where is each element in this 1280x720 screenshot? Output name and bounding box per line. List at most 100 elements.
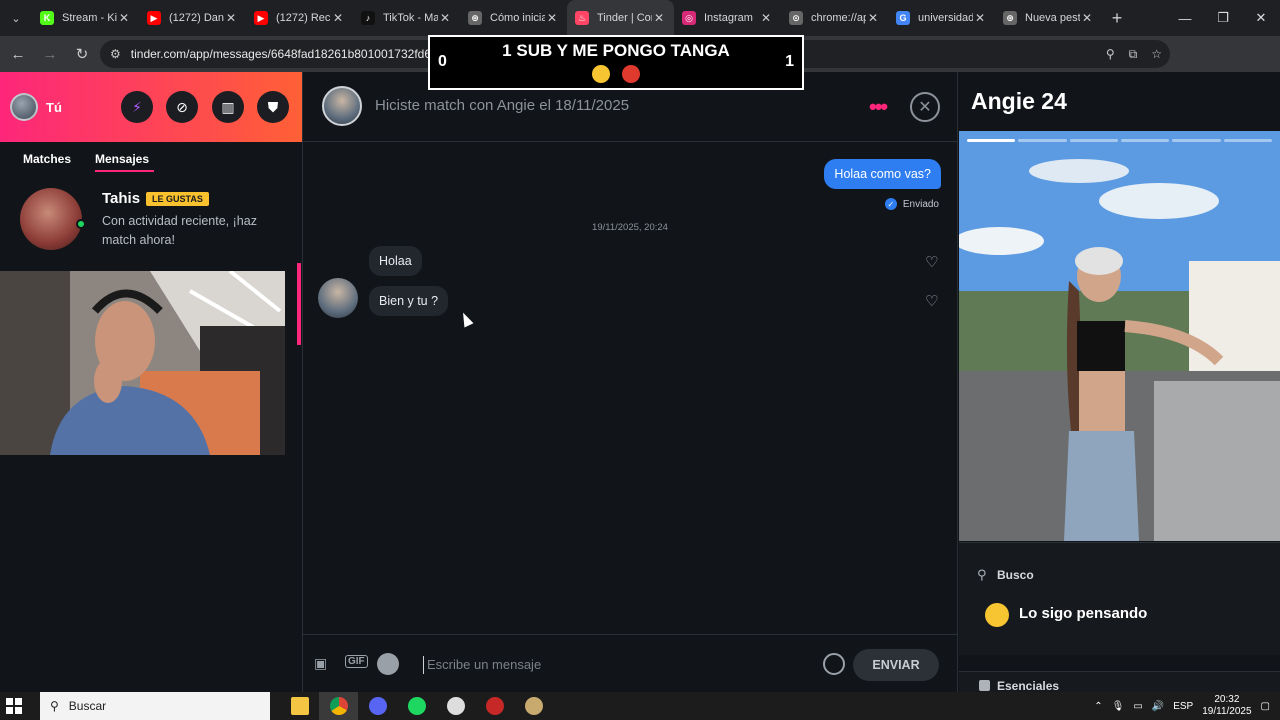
webcam-overlay — [0, 271, 285, 455]
site-info-icon[interactable]: ⚙ — [110, 47, 121, 61]
photo-progress-bar[interactable] — [1223, 139, 1272, 142]
volume-icon[interactable]: 🔊 — [1152, 701, 1164, 712]
profile-photo-image — [959, 131, 1280, 541]
received-message[interactable]: Holaa — [369, 246, 422, 276]
new-tab-button[interactable]: + — [1102, 8, 1132, 29]
minimize-button[interactable]: — — [1166, 0, 1204, 36]
chat-panel: Hiciste match con Angie el 18/11/2025 ••… — [302, 72, 958, 692]
sent-message[interactable]: Holaa como vas? — [824, 159, 941, 189]
likes-you-card[interactable]: Tahis LE GUSTAS Con actividad reciente, … — [0, 176, 302, 250]
install-app-icon[interactable]: ⧉ — [1129, 47, 1138, 62]
chrome-icon[interactable] — [319, 692, 358, 720]
tab-title: (1272) Recu — [276, 12, 331, 24]
profile-photo[interactable] — [959, 131, 1280, 541]
message-input[interactable]: Escribe un mensaje — [423, 656, 813, 674]
explore-icon[interactable]: ⊘ — [166, 91, 198, 123]
clock-date: 19/11/2025 — [1202, 706, 1252, 717]
close-tab-icon[interactable]: ✕ — [973, 11, 987, 25]
browser-tab[interactable]: ♪ TikTok - Ma ✕ — [353, 0, 460, 36]
overlay-title: 1 SUB Y ME PONGO TANGA — [502, 41, 730, 60]
sent-check-icon: ✓ — [884, 198, 897, 210]
gif-button[interactable]: GIF — [345, 655, 368, 668]
photo-progress-bar[interactable] — [1069, 139, 1118, 142]
back-button[interactable]: ← — [4, 40, 32, 68]
window-controls: — ❐ ✕ — [1166, 0, 1280, 36]
location-icon[interactable]: ⚲ — [1106, 47, 1115, 61]
close-tab-icon[interactable]: ✕ — [1080, 11, 1094, 25]
sender-avatar[interactable] — [318, 278, 358, 318]
my-profile-label[interactable]: Tú — [46, 100, 62, 115]
photo-progress-bar[interactable] — [1172, 139, 1221, 142]
app-icon[interactable] — [475, 692, 514, 720]
forward-button[interactable]: → — [36, 40, 64, 68]
briefcase-icon[interactable]: ▥ — [212, 91, 244, 123]
close-tab-icon[interactable]: ✕ — [759, 11, 773, 25]
more-options-icon[interactable]: ••• — [869, 94, 888, 120]
browser-tab[interactable]: Guniversidad ✕ — [888, 0, 995, 36]
close-window-button[interactable]: ✕ — [1242, 0, 1280, 36]
tab-favicon-icon: K — [40, 11, 54, 25]
browser-tab[interactable]: ◎ Instagram ✕ — [674, 0, 781, 36]
match-header-title: Hiciste match con Angie el 18/11/2025 — [375, 97, 630, 114]
close-tab-icon[interactable]: ✕ — [224, 11, 238, 25]
language-indicator[interactable]: ESP — [1173, 701, 1193, 712]
file-explorer-icon[interactable] — [280, 692, 319, 720]
network-icon[interactable]: ▭ — [1133, 701, 1142, 712]
taskbar-search[interactable]: ⚲ Buscar — [40, 692, 270, 720]
my-avatar[interactable] — [10, 93, 38, 121]
emoji-icon[interactable] — [823, 653, 845, 675]
close-icon[interactable]: ✕ — [910, 92, 940, 122]
close-tab-icon[interactable]: ✕ — [652, 11, 666, 25]
overlay-emojis — [430, 65, 802, 83]
like-message-heart-icon[interactable]: ♡ — [925, 294, 941, 310]
angry-emoji-icon — [622, 65, 641, 83]
like-description: Con actividad reciente, ¡haz match ahora… — [102, 214, 257, 247]
bookmark-star-icon[interactable]: ☆ — [1151, 47, 1162, 61]
close-tab-icon[interactable]: ✕ — [545, 11, 559, 25]
like-message-heart-icon[interactable]: ♡ — [925, 255, 941, 271]
boost-icon[interactable]: ⚡ — [121, 91, 153, 123]
tab-list: K Stream - Ki ✕ ▶ (1272) Dani ✕ ▶ (1272) Recu ✕ ♪… — [32, 0, 1102, 36]
photo-progress-bar[interactable] — [967, 139, 1016, 142]
discord-icon[interactable] — [358, 692, 397, 720]
tab-title: chrome://ap — [811, 12, 866, 24]
match-avatar[interactable] — [322, 86, 362, 126]
browser-tab[interactable]: ⊛ Cómo inicia ✕ — [460, 0, 567, 36]
close-tab-icon[interactable]: ✕ — [117, 11, 131, 25]
browser-tab[interactable]: ⊙ chrome://ap ✕ — [781, 0, 888, 36]
photo-progress-bar[interactable] — [1120, 139, 1170, 142]
tab-title: Tinder | Cor — [597, 12, 652, 24]
photo-progress-bar[interactable] — [1018, 139, 1067, 142]
shield-icon[interactable]: ⛊ — [257, 91, 289, 123]
contact-card-icon[interactable]: ▣ — [314, 655, 327, 672]
tab-search-button[interactable]: ⌄ — [0, 0, 32, 36]
send-button[interactable]: ENVIAR — [853, 649, 939, 681]
spotify-icon[interactable] — [377, 653, 399, 675]
browser-tab[interactable]: ▶ (1272) Dani ✕ — [139, 0, 246, 36]
close-tab-icon[interactable]: ✕ — [866, 11, 880, 25]
notifications-icon[interactable]: ▢ — [1261, 701, 1270, 712]
browser-tab[interactable]: ▶ (1272) Recu ✕ — [246, 0, 353, 36]
league-icon[interactable] — [514, 692, 553, 720]
windows-start-icon[interactable] — [6, 698, 22, 714]
reload-button[interactable]: ↻ — [68, 40, 96, 68]
tab-matches[interactable]: Matches — [23, 152, 71, 166]
browser-tab[interactable]: K Stream - Ki ✕ — [32, 0, 139, 36]
received-message[interactable]: Bien y tu ? — [369, 286, 449, 316]
microphone-icon[interactable]: 🎙 — [1112, 701, 1125, 712]
tab-messages[interactable]: Mensajes — [95, 152, 155, 172]
close-tab-icon[interactable]: ✕ — [438, 11, 452, 25]
online-indicator — [76, 219, 86, 229]
obs-icon[interactable] — [436, 692, 475, 720]
clock[interactable]: 20:32 19/11/2025 — [1202, 694, 1251, 718]
spotify-icon[interactable] — [397, 692, 436, 720]
close-tab-icon[interactable]: ✕ — [331, 11, 345, 25]
maximize-button[interactable]: ❐ — [1204, 0, 1242, 36]
likes-you-badge: LE GUSTAS — [146, 192, 209, 206]
browser-tab[interactable]: ⊛ Nueva pest ✕ — [995, 0, 1102, 36]
taskbar-apps — [280, 692, 553, 720]
like-avatar[interactable] — [20, 188, 82, 250]
tab-title: Stream - Ki — [62, 12, 117, 24]
browser-tab[interactable]: ♨ Tinder | Cor ✕ — [567, 0, 674, 36]
tray-chevron-icon[interactable]: ⌃ — [1094, 701, 1102, 712]
